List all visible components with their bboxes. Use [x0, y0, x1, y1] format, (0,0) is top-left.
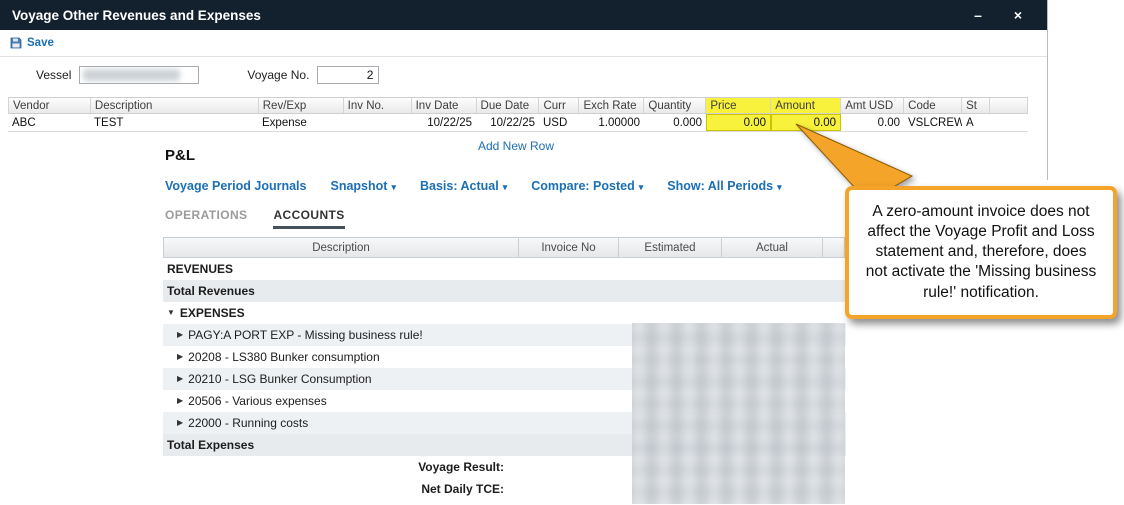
invoice-col-inv-no: Inv No. — [344, 98, 412, 113]
window-titlebar: Voyage Other Revenues and Expenses – × — [0, 0, 1047, 30]
pnl-row-label: EXPENSES — [180, 306, 245, 320]
expand-icon[interactable]: ▶ — [177, 418, 183, 427]
close-button[interactable]: × — [1009, 7, 1027, 23]
pnl-row-label: REVENUES — [167, 262, 233, 276]
vessel-label: Vessel — [36, 68, 71, 82]
invoice-table-header: VendorDescriptionRev/ExpInv No.Inv DateD… — [8, 97, 1028, 114]
pnl-menu-voyage-period-journals[interactable]: Voyage Period Journals — [165, 179, 306, 193]
redacted-blur — [632, 323, 845, 504]
save-label: Save — [27, 37, 54, 49]
pnl-row-label: Total Expenses — [167, 438, 254, 452]
menu-item-label: Show: All Periods — [667, 179, 773, 193]
invoice-cell-due-date[interactable]: 10/22/25 — [476, 114, 539, 131]
pnl-col-invoice-no: Invoice No — [519, 238, 619, 257]
pnl-menu-snapshot[interactable]: Snapshot ▾ — [330, 179, 395, 193]
pnl-row-label: 20208 - LS380 Bunker consumption — [188, 350, 379, 364]
invoice-cell-price[interactable]: 0.00 — [706, 114, 771, 131]
toolbar: Save — [0, 30, 1047, 57]
pnl-row-label: 22000 - Running costs — [188, 416, 308, 430]
pnl-row-label: 20210 - LSG Bunker Consumption — [188, 372, 371, 386]
pnl-menu-compare-posted[interactable]: Compare: Posted ▾ — [531, 179, 643, 193]
vessel-input[interactable] — [79, 66, 199, 84]
invoice-col-rev-exp: Rev/Exp — [259, 98, 344, 113]
invoice-cell-filler — [990, 114, 1028, 131]
pnl-row-label: PAGY:A PORT EXP - Missing business rule! — [188, 328, 423, 342]
save-icon — [10, 37, 22, 49]
expand-icon[interactable]: ▶ — [177, 396, 183, 405]
voyage-no-label: Voyage No. — [247, 68, 309, 82]
invoice-cell-vendor[interactable]: ABC — [8, 114, 90, 131]
header-form: Vessel Voyage No. 2 — [0, 59, 1047, 91]
pnl-row-total-revenues: Total Revenues — [163, 280, 846, 302]
invoice-col-vendor: Vendor — [9, 98, 91, 113]
pnl-row-revenues: REVENUES — [163, 258, 846, 280]
invoice-cell-exch-rate[interactable]: 1.00000 — [579, 114, 644, 131]
invoice-col-amt-usd: Amt USD — [841, 98, 904, 113]
invoice-col-filler — [990, 98, 1028, 113]
invoice-col-quantity: Quantity — [644, 98, 706, 113]
expand-icon[interactable]: ▶ — [177, 330, 183, 339]
voyage-no-input[interactable]: 2 — [317, 66, 379, 84]
collapse-icon[interactable]: ▼ — [167, 308, 175, 317]
redacted-values-area — [632, 323, 845, 504]
invoice-cell-quantity[interactable]: 0.000 — [644, 114, 706, 131]
invoice-cell-inv-date[interactable]: 10/22/25 — [411, 114, 476, 131]
pnl-col-actual: Actual — [722, 238, 823, 257]
invoice-cell-inv-no[interactable] — [343, 114, 411, 131]
window-title: Voyage Other Revenues and Expenses — [12, 8, 969, 23]
menu-item-label: Snapshot — [330, 179, 387, 193]
expand-icon[interactable]: ▶ — [177, 352, 183, 361]
invoice-col-due-date: Due Date — [477, 98, 540, 113]
invoice-col-exch-rate: Exch Rate — [579, 98, 644, 113]
pnl-menu: Voyage Period JournalsSnapshot▾Basis: Ac… — [163, 179, 846, 193]
minimize-button[interactable]: – — [969, 7, 987, 23]
invoice-col-curr: Curr — [539, 98, 579, 113]
pnl-tabs: OPERATIONS ACCOUNTS — [163, 208, 846, 229]
menu-item-label: Compare: Posted — [531, 179, 635, 193]
redacted-vessel-value — [83, 69, 180, 81]
tab-accounts[interactable]: ACCOUNTS — [273, 208, 344, 229]
pnl-col-description: Description — [164, 238, 519, 257]
pnl-menu-basis-actual[interactable]: Basis: Actual ▾ — [420, 179, 507, 193]
invoice-cell-rev-exp[interactable]: Expense — [258, 114, 343, 131]
chevron-down-icon: ▾ — [503, 182, 508, 193]
voyage-no-value: 2 — [367, 68, 374, 82]
pnl-row-label: Voyage Result: — [167, 460, 512, 474]
invoice-cell-description[interactable]: TEST — [90, 114, 258, 131]
pnl-row-label: Total Revenues — [167, 284, 255, 298]
pnl-row-label: 20506 - Various expenses — [188, 394, 327, 408]
invoice-col-price: Price — [706, 98, 771, 113]
invoice-cell-curr[interactable]: USD — [539, 114, 579, 131]
screenshot-canvas: Voyage Other Revenues and Expenses – × S… — [0, 0, 1124, 505]
pnl-col-filler — [823, 238, 845, 257]
pnl-menu-show-all-periods[interactable]: Show: All Periods▾ — [667, 179, 781, 193]
callout-note: A zero-amount invoice does not affect th… — [845, 186, 1117, 319]
invoice-col-code: Code — [904, 98, 962, 113]
expand-icon[interactable]: ▶ — [177, 374, 183, 383]
invoice-cell-st[interactable]: A — [962, 114, 990, 131]
chevron-down-icon: ▾ — [391, 182, 396, 193]
pnl-title: P&L — [163, 147, 846, 164]
callout-text: A zero-amount invoice does not affect th… — [866, 203, 1096, 301]
pnl-col-estimated: Estimated — [619, 238, 722, 257]
tab-operations[interactable]: OPERATIONS — [165, 208, 247, 229]
pnl-row-expenses[interactable]: ▼ EXPENSES — [163, 302, 846, 324]
chevron-down-icon: ▾ — [639, 182, 644, 193]
window-controls: – × — [969, 7, 1035, 23]
menu-item-label: Voyage Period Journals — [165, 179, 306, 193]
invoice-col-amount: Amount — [771, 98, 841, 113]
save-button[interactable]: Save — [10, 37, 54, 49]
invoice-col-description: Description — [91, 98, 259, 113]
invoice-col-st: St — [962, 98, 990, 113]
pnl-table-header: DescriptionInvoice NoEstimatedActual — [163, 237, 846, 258]
invoice-col-inv-date: Inv Date — [412, 98, 477, 113]
pnl-row-label: Net Daily TCE: — [167, 482, 512, 496]
menu-item-label: Basis: Actual — [420, 179, 499, 193]
